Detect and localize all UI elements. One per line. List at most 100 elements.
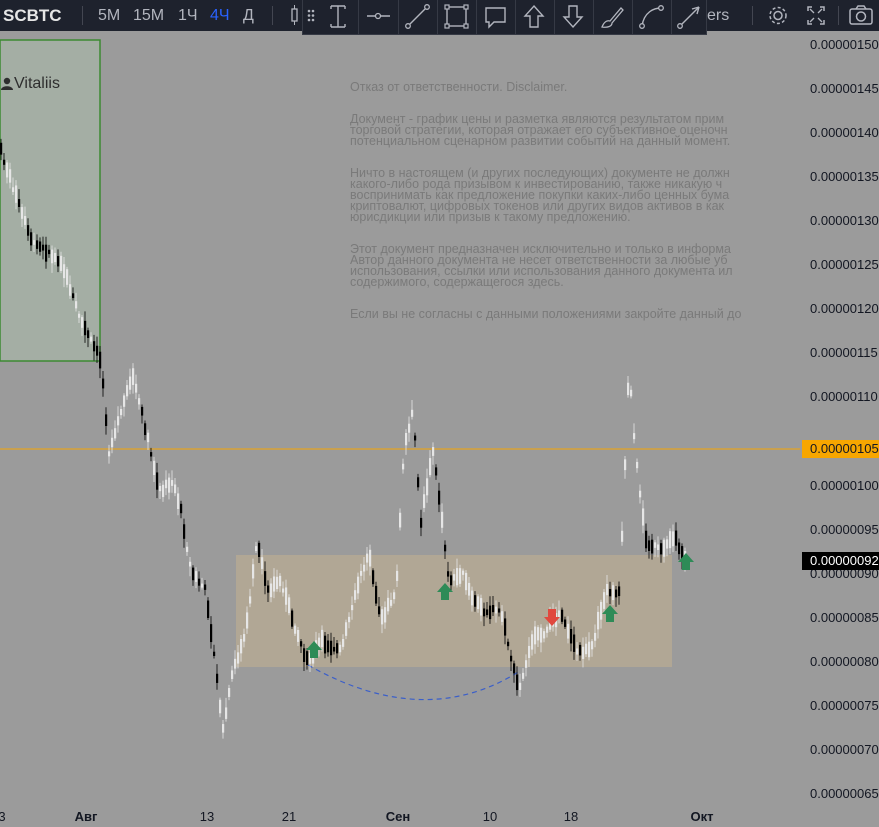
callout-icon[interactable] [476,0,516,34]
bull-candle [246,612,249,629]
bull-candle [540,627,543,643]
bear-candle [324,635,327,654]
disclaimer-paragraph: Если вы не согласны с данными положениям… [350,307,742,321]
bull-candle [108,451,111,457]
curve-icon[interactable] [632,0,672,34]
bear-candle [579,644,582,656]
bear-candle [414,435,417,441]
bull-candle [636,461,639,469]
timeframe-1h[interactable]: 1Ч [178,0,198,31]
indicators-button[interactable]: ers [707,0,729,31]
bear-candle [561,609,564,622]
arrow-up-icon[interactable] [515,0,555,34]
drawing-dashed-curve[interactable] [307,664,521,701]
price-label: 0.00000115 [810,345,878,360]
bull-candle [585,643,588,655]
bull-candle [600,601,603,620]
bull-candle [441,511,444,528]
bull-candle [642,508,645,526]
timeframe-15m[interactable]: 15М [133,0,164,31]
bull-candle [117,416,120,426]
bull-candle [537,627,540,641]
bull-candle [606,583,609,596]
bull-candle [357,576,360,594]
bull-candle [15,185,18,203]
bull-candle [123,395,126,407]
text-cursor-icon[interactable] [319,0,359,34]
bull-candle [603,592,606,609]
time-axis[interactable]: 3 Авг 13 21 Сен 10 18 Окт [0,806,800,827]
horizontal-line-icon[interactable] [359,0,399,34]
bear-candle [609,588,612,597]
bull-candle [255,546,258,552]
bull-candle [297,629,300,642]
bear-candle [573,634,576,652]
bull-candle [627,382,630,396]
bull-candle [411,409,414,417]
bull-candle [519,682,522,690]
bear-candle [141,406,144,416]
trend-line-icon[interactable] [398,0,438,34]
arrow-down-icon[interactable] [554,0,594,34]
bull-candle [243,634,246,642]
bear-candle [30,232,33,246]
settings-gear-icon[interactable] [760,0,796,31]
bull-candle [468,582,471,596]
bear-candle [510,655,513,662]
bull-candle [399,512,402,528]
drawing-toolbar [302,0,707,35]
bull-candle [33,240,36,245]
bull-candle [159,485,162,492]
drag-handle-icon[interactable] [303,0,319,34]
bull-candle [162,484,165,498]
bull-candle [525,660,528,668]
bear-candle [48,249,51,255]
bull-candle [594,632,597,641]
bull-candle [81,317,84,328]
bear-candle [618,586,621,597]
bear-candle [615,589,618,598]
fullscreen-icon[interactable] [798,0,834,31]
bear-candle [210,624,213,643]
bear-candle [486,609,489,616]
bull-candle [543,631,546,639]
bull-candle [60,255,63,271]
bull-candle [342,639,345,647]
bear-candle [150,452,153,457]
bear-candle [447,571,450,577]
bull-candle [462,570,465,575]
bear-candle [435,467,438,476]
bull-candle [171,480,174,486]
bear-candle [42,244,45,251]
bear-candle [498,608,501,613]
bear-candle [93,341,96,352]
bull-candle [453,574,456,581]
timeframe-4h[interactable]: 4Ч [210,0,230,31]
bull-candle [114,428,117,439]
symbol-label[interactable]: SCBTC [3,0,62,31]
bull-candle [351,605,354,611]
timeframe-1d[interactable]: Д [243,0,254,31]
rectangle-icon[interactable] [437,0,477,34]
bear-candle [84,320,87,336]
bull-candle [63,264,66,279]
bull-candle [405,432,408,446]
bull-candle [426,478,429,496]
bear-candle [183,524,186,539]
bull-candle [591,641,594,650]
bear-candle [0,142,3,155]
current-price-tag: 0.00000092 [802,552,879,570]
arrow-up-marker[interactable] [678,553,694,570]
bear-candle [99,351,102,369]
brush-icon[interactable] [593,0,633,34]
timeframe-5m[interactable]: 5М [98,0,120,31]
bear-candle [474,595,477,607]
chart-pane[interactable]: Vitaliis Отказ от ответственности. Discl… [0,31,800,806]
price-axis[interactable]: 0.00000150 0.00000145 0.00000140 0.00000135… [800,31,879,806]
bear-candle [105,414,108,427]
bear-candle [660,543,663,555]
camera-icon[interactable] [843,0,879,31]
arrow-line-icon[interactable] [671,0,707,34]
time-label: 10 [482,809,498,824]
bull-candle [75,301,78,309]
